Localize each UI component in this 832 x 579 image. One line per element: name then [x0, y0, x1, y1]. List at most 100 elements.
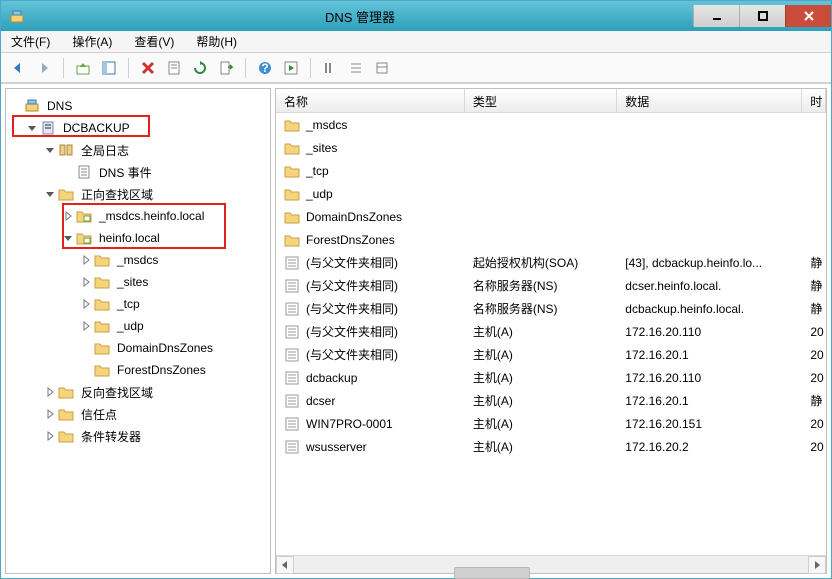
record-icon: [284, 278, 300, 294]
tree-item-cond-fwd[interactable]: 条件转发器: [10, 425, 266, 447]
cell-name-text: (与父文件夹相同): [306, 346, 398, 363]
folder-icon: [284, 186, 300, 202]
tree-item-dns-root[interactable]: DNS: [10, 95, 266, 117]
scroll-thumb[interactable]: [454, 567, 530, 579]
list-row[interactable]: wsusserver主机(A)172.16.20.220: [276, 435, 826, 458]
zone-icon: [76, 208, 92, 224]
tree-label: _msdcs.heinfo.local: [96, 208, 207, 224]
horizontal-scrollbar[interactable]: [276, 555, 826, 573]
view-list2-button[interactable]: [345, 57, 367, 79]
minimize-button[interactable]: [693, 5, 739, 27]
delete-button[interactable]: [137, 57, 159, 79]
list-row[interactable]: (与父文件夹相同)起始授权机构(SOA)[43], dcbackup.heinf…: [276, 251, 826, 274]
list-row[interactable]: WIN7PRO-0001主机(A)172.16.20.15120: [276, 412, 826, 435]
expand-icon[interactable]: [80, 320, 92, 332]
tree-item-sub-forestdnszones[interactable]: ForestDnsZones: [10, 359, 266, 381]
list-row[interactable]: _udp: [276, 182, 826, 205]
expand-icon[interactable]: [80, 254, 92, 266]
tree-label: heinfo.local: [96, 230, 163, 246]
tree-item-sub-udp[interactable]: _udp: [10, 315, 266, 337]
cell-name: dcbackup: [276, 368, 465, 388]
col-time[interactable]: 时: [802, 89, 826, 112]
expand-icon[interactable]: [62, 210, 74, 222]
expand-icon[interactable]: [80, 298, 92, 310]
list-row[interactable]: DomainDnsZones: [276, 205, 826, 228]
back-button[interactable]: [7, 57, 29, 79]
cell-data: 172.16.20.151: [617, 415, 802, 433]
menu-help[interactable]: 帮助(H): [192, 31, 241, 52]
tree-item-sub-domaindnszones[interactable]: DomainDnsZones: [10, 337, 266, 359]
list-row[interactable]: dcbackup主机(A)172.16.20.11020: [276, 366, 826, 389]
list-row[interactable]: (与父文件夹相同)主机(A)172.16.20.11020: [276, 320, 826, 343]
tree-item-rev-zones[interactable]: 反向查找区域: [10, 381, 266, 403]
folder-icon: [284, 232, 300, 248]
cell-name: _tcp: [276, 161, 465, 181]
tree-item-zone-heinfo[interactable]: heinfo.local: [10, 227, 266, 249]
tree-item-fwd-zones[interactable]: 正向查找区域: [10, 183, 266, 205]
tree-pane[interactable]: DNS DCBACKUP全局日志DNS 事件正向查找区域 _msdcs.heinfo…: [5, 88, 271, 574]
cell-type: 主机(A): [465, 321, 617, 342]
expand-icon[interactable]: [44, 430, 56, 442]
tree-item-sub-msdcs[interactable]: _msdcs: [10, 249, 266, 271]
cell-name-text: (与父文件夹相同): [306, 300, 398, 317]
tree-item-trust-points[interactable]: 信任点: [10, 403, 266, 425]
run-button[interactable]: [280, 57, 302, 79]
cell-time: [802, 215, 826, 219]
folder-icon: [94, 296, 110, 312]
list-row[interactable]: _msdcs: [276, 113, 826, 136]
record-icon: [284, 439, 300, 455]
app-icon: [7, 6, 27, 26]
col-type[interactable]: 类型: [465, 89, 617, 112]
list-row[interactable]: (与父文件夹相同)名称服务器(NS)dcser.heinfo.local.静: [276, 274, 826, 297]
tree-item-server-dcbackup[interactable]: DCBACKUP: [10, 117, 266, 139]
list-row[interactable]: ForestDnsZones: [276, 228, 826, 251]
menu-view[interactable]: 查看(V): [130, 31, 178, 52]
cell-data: [617, 192, 802, 196]
view-list3-button[interactable]: [371, 57, 393, 79]
tree-label: _udp: [114, 318, 147, 334]
expand-icon[interactable]: [44, 386, 56, 398]
col-data[interactable]: 数据: [617, 89, 802, 112]
collapse-icon[interactable]: [44, 188, 56, 200]
menu-action[interactable]: 操作(A): [68, 31, 116, 52]
close-button[interactable]: [785, 5, 831, 27]
toggle-tree-button[interactable]: [98, 57, 120, 79]
tree-item-dns-events[interactable]: DNS 事件: [10, 161, 266, 183]
cell-name: DomainDnsZones: [276, 207, 465, 227]
list-row[interactable]: (与父文件夹相同)主机(A)172.16.20.120: [276, 343, 826, 366]
list-row[interactable]: _tcp: [276, 159, 826, 182]
list-row[interactable]: (与父文件夹相同)名称服务器(NS)dcbackup.heinfo.local.…: [276, 297, 826, 320]
help-button[interactable]: ?: [254, 57, 276, 79]
list-body[interactable]: _msdcs_sites_tcp _udp DomainDnsZonesForest…: [276, 113, 826, 555]
expand-icon[interactable]: [44, 408, 56, 420]
cell-time: [802, 169, 826, 173]
tree-item-zone-msdcs-heinfo[interactable]: _msdcs.heinfo.local: [10, 205, 266, 227]
list-row[interactable]: _sites: [276, 136, 826, 159]
cell-type: 主机(A): [465, 413, 617, 434]
cell-data: [617, 146, 802, 150]
up-folder-button[interactable]: [72, 57, 94, 79]
col-name[interactable]: 名称: [276, 89, 465, 112]
tree-item-global-logs[interactable]: 全局日志: [10, 139, 266, 161]
maximize-button[interactable]: [739, 5, 785, 27]
menu-file[interactable]: 文件(F): [7, 31, 54, 52]
scroll-right-button[interactable]: [808, 556, 826, 574]
collapse-icon[interactable]: [44, 144, 56, 156]
expand-icon[interactable]: [80, 276, 92, 288]
cell-type: [465, 123, 617, 127]
tree-item-sub-tcp[interactable]: _tcp: [10, 293, 266, 315]
collapse-icon[interactable]: [62, 232, 74, 244]
cell-type: 主机(A): [465, 367, 617, 388]
cell-name: _udp: [276, 184, 465, 204]
tree-item-sub-sites[interactable]: _sites: [10, 271, 266, 293]
list-row[interactable]: dcser主机(A)172.16.20.1静: [276, 389, 826, 412]
scroll-left-button[interactable]: [276, 556, 294, 574]
tree-label: DNS: [44, 98, 75, 114]
view-list1-button[interactable]: [319, 57, 341, 79]
forward-button[interactable]: [33, 57, 55, 79]
properties-button[interactable]: [163, 57, 185, 79]
refresh-button[interactable]: [189, 57, 211, 79]
export-button[interactable]: [215, 57, 237, 79]
collapse-icon[interactable]: [26, 122, 38, 134]
record-icon: [284, 324, 300, 340]
